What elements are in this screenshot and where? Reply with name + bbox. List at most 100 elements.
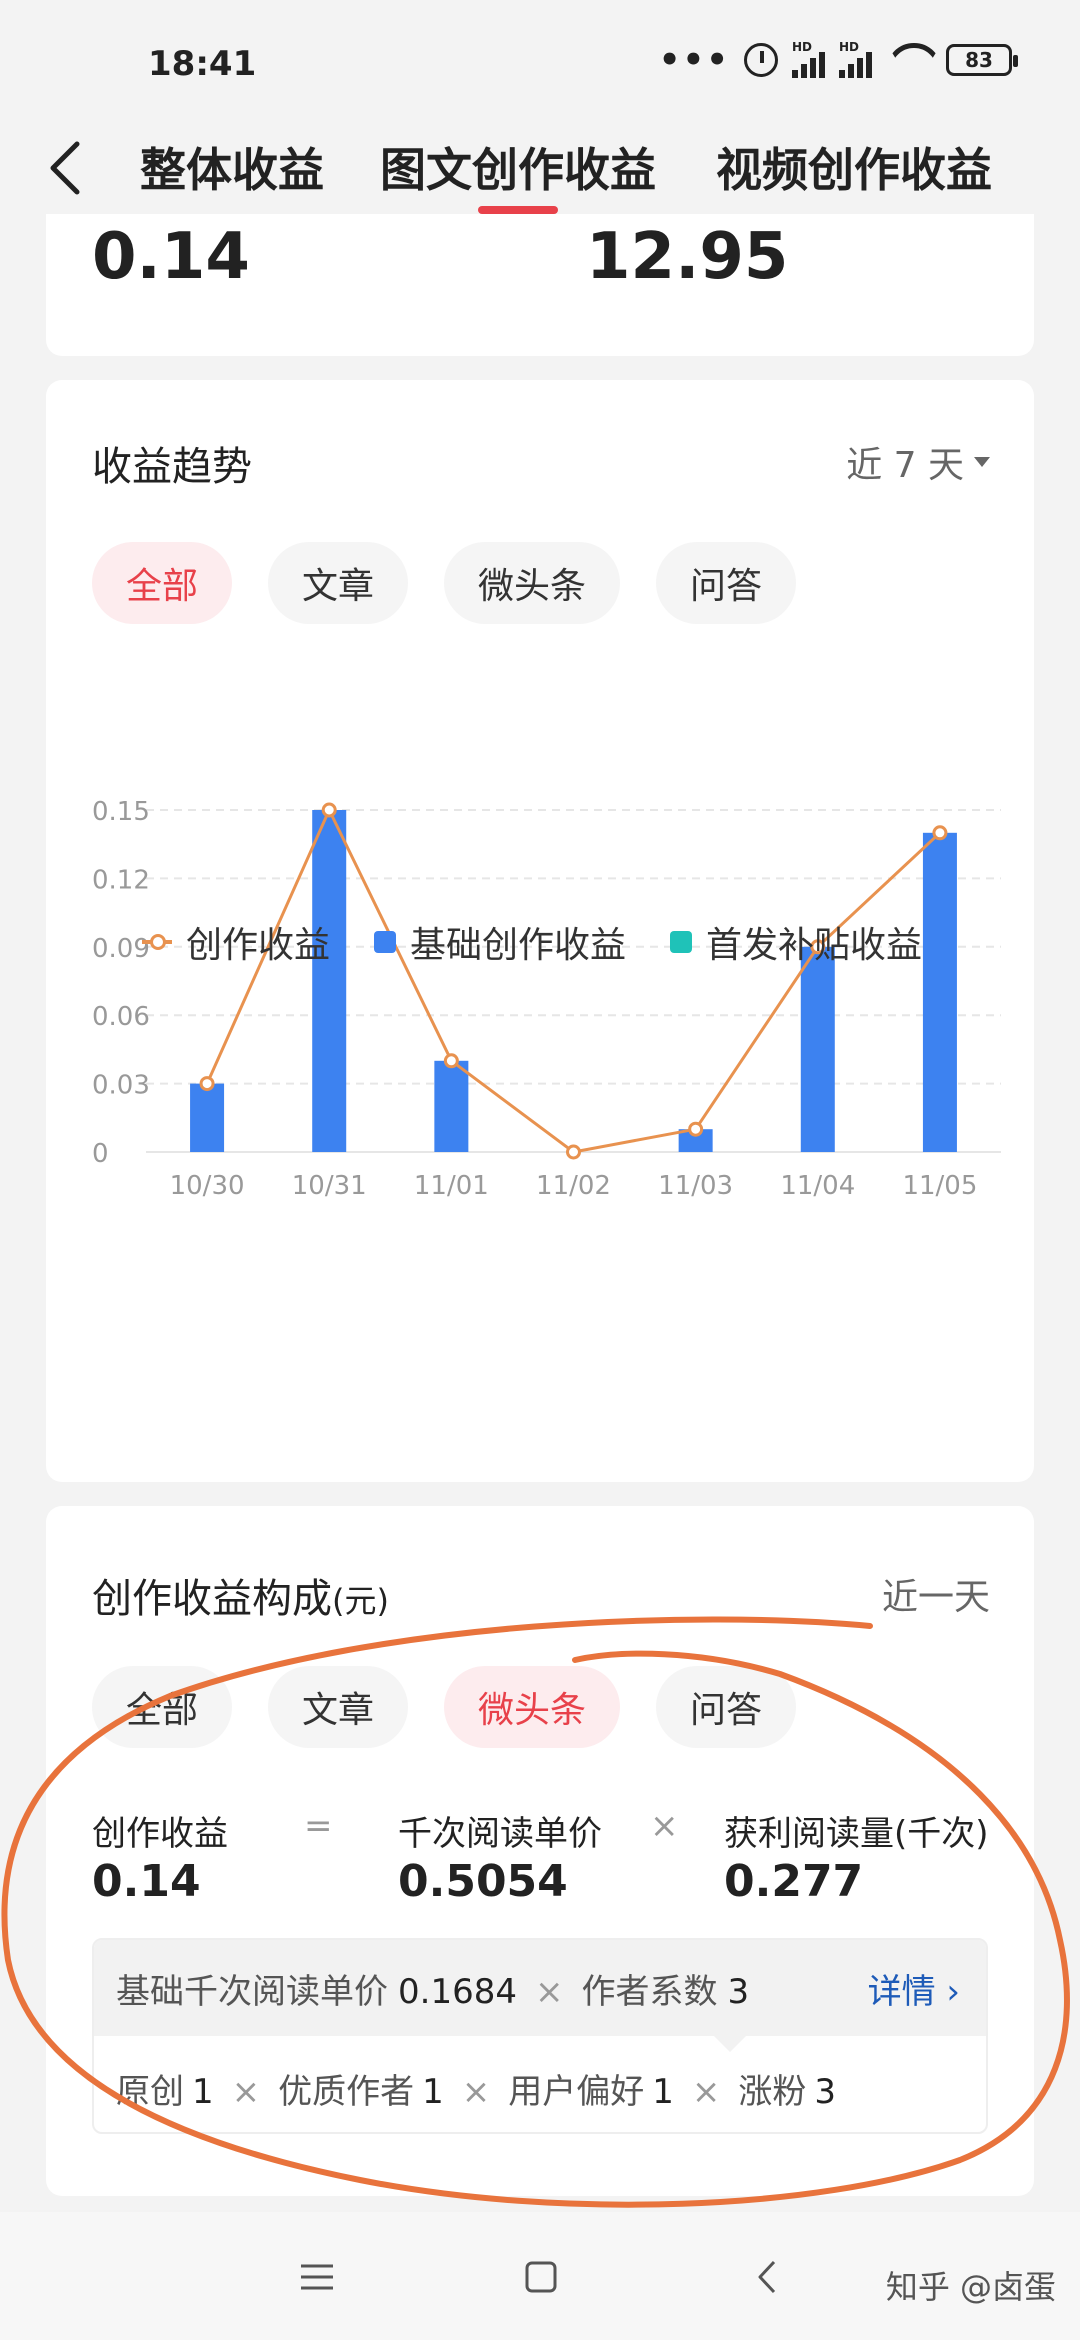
home-nav-button[interactable] [516,2252,566,2302]
details-link-label: 详情 [867,1972,936,2012]
chart-x-tick-label: 10/30 [170,1171,245,1201]
chart-point [566,1144,581,1160]
legend-label-base-income: 基础创作收益 [410,925,627,966]
system-nav-bar: 知乎 @卤蛋 [0,2212,1080,2340]
legend-item-creation-income: 创作收益 [142,916,330,968]
active-tab-indicator [478,206,558,214]
summary-value-1: 0.14 [92,220,250,294]
chart-point [443,1053,459,1069]
hd-label-2: HD [839,40,860,54]
trend-chip-all[interactable]: 全部 [92,542,233,624]
tab-overall-income[interactable]: 整体收益 [140,130,324,210]
chart-y-tick-label: 0.15 [92,797,150,827]
chart-y-tick-label: 0 [92,1139,109,1169]
composition-chip-all[interactable]: 全部 [92,1666,233,1748]
details-link[interactable]: 详情 › [868,1964,960,2013]
menu-nav-button[interactable] [292,2252,342,2302]
chart-x-tick-label: 11/05 [902,1171,977,1201]
hd-label-1: HD [792,40,813,54]
chart-bar [434,1060,469,1152]
formula-value-unit-price: 0.5054 [398,1856,568,1907]
factor-value-user-preference: 1 [652,2072,674,2112]
author-coef-value: 3 [727,1972,750,2012]
tab-article-income[interactable]: 图文创作收益 [380,130,656,210]
chart-point [321,802,337,818]
composition-unit: (元) [332,1582,389,1620]
alarm-icon [744,43,778,77]
menu-icon [301,2264,333,2290]
status-bar: 18:41 ••• HD HD 83 [0,0,1080,120]
battery-icon: 83 [946,44,1018,76]
trend-chip-weitoutiao[interactable]: 微头条 [444,542,621,624]
trend-legend: 创作收益 基础创作收益 首发补贴收益 [142,916,922,968]
unit-price-breakdown-text: 基础千次阅读单价 0.1684 × 作者系数 3 [116,1964,749,2013]
composition-title: 创作收益构成(元) [92,1566,389,1624]
income-trend-card: 收益趋势 近 7 天 全部 文章 微头条 问答 0 0.03 0.06 0.09 0.1… [46,380,1034,1482]
summary-card: 0.14 12.95 [46,214,1034,356]
formula-times: × [650,1806,679,1846]
chart-x-tick-label: 11/04 [780,1171,855,1201]
formula-equals: = [304,1806,333,1846]
formula-label-reads: 获利阅读量(千次) [724,1814,989,1854]
formula-value-reads: 0.277 [724,1856,864,1907]
back-nav-button[interactable] [742,2252,792,2302]
legend-label-creation-income: 创作收益 [186,925,331,966]
composition-chip-weitoutiao[interactable]: 微头条 [444,1666,621,1748]
chart-y-tick-label: 0.12 [92,865,150,895]
legend-label-first-post-subsidy: 首发补贴收益 [706,925,923,966]
trend-range-label: 近 7 天 [846,445,964,486]
back-triangle-icon [758,2260,776,2294]
caret-down-icon [974,457,990,467]
times-sign: × [461,2072,491,2112]
legend-square-teal-icon [670,931,693,953]
home-square-icon [525,2261,557,2293]
chart-bar [190,1083,225,1152]
chart-y-tick-label: 0.06 [92,1002,150,1032]
formula-label-unit-price: 千次阅读单价 [398,1814,602,1854]
base-price-label: 基础千次阅读单价 [116,1972,388,2012]
trend-chip-qa[interactable]: 问答 [656,542,797,624]
chart-y-tick-label: 0.03 [92,1071,150,1101]
unit-price-detail-box: 基础千次阅读单价 0.1684 × 作者系数 3 详情 › 原创 1 × 优质作… [92,1938,988,2134]
chart-point [932,825,948,841]
base-price-value: 0.1684 [398,1972,517,2012]
chart-bar [312,810,347,1152]
summary-value-2: 12.95 [586,220,789,294]
factor-label-followers: 涨粉 [738,2072,807,2112]
signal-icon-1: HD [792,40,825,78]
chart-bar [800,946,835,1152]
times-sign: × [231,2072,261,2112]
trend-chip-article[interactable]: 文章 [268,542,409,624]
factor-label-user-preference: 用户偏好 [508,2072,645,2112]
tab-bar: 整体收益 图文创作收益 视频创作收益 [0,120,1080,220]
chart-point [199,1076,215,1092]
composition-title-text: 创作收益构成 [92,1576,332,1622]
watermark: 知乎 @卤蛋 [885,2268,1056,2306]
chart-point [688,1121,704,1137]
legend-item-base-income: 基础创作收益 [374,916,626,968]
legend-square-blue-icon [374,931,397,953]
chevron-right-icon: › [946,1972,960,2012]
composition-filter-chips: 全部 文章 微头条 问答 [92,1666,797,1748]
income-composition-card: 创作收益构成(元) 近一天 全部 文章 微头条 问答 创作收益 0.14 = 千… [46,1506,1034,2196]
chart-x-tick-label: 11/02 [536,1171,611,1201]
author-coef-label: 作者系数 [581,1972,718,2012]
back-arrow-icon [50,141,80,195]
factor-value-followers: 3 [814,2072,837,2112]
tab-video-income[interactable]: 视频创作收益 [716,130,992,210]
back-button[interactable] [30,128,100,208]
author-coef-factors: 原创 1 × 优质作者 1 × 用户偏好 1 × 涨粉 3 [116,2064,836,2113]
trend-title: 收益趋势 [92,444,252,490]
factor-value-quality-author: 1 [422,2072,444,2112]
factor-label-quality-author: 优质作者 [278,2072,415,2112]
trend-range-select[interactable]: 近 7 天 [846,436,990,488]
unit-price-breakdown: 基础千次阅读单价 0.1684 × 作者系数 3 详情 › [94,1940,986,2052]
chart-x-tick-label: 11/03 [658,1171,733,1201]
factor-label-original: 原创 [116,2072,184,2112]
composition-range[interactable]: 近一天 [882,1568,990,1620]
composition-chip-article[interactable]: 文章 [268,1666,409,1748]
composition-chip-qa[interactable]: 问答 [656,1666,797,1748]
times-sign: × [534,1972,564,2012]
trend-filter-chips: 全部 文章 微头条 问答 [92,542,797,624]
income-formula: 创作收益 0.14 = 千次阅读单价 0.5054 × 获利阅读量(千次) 0.… [46,1806,1034,1926]
